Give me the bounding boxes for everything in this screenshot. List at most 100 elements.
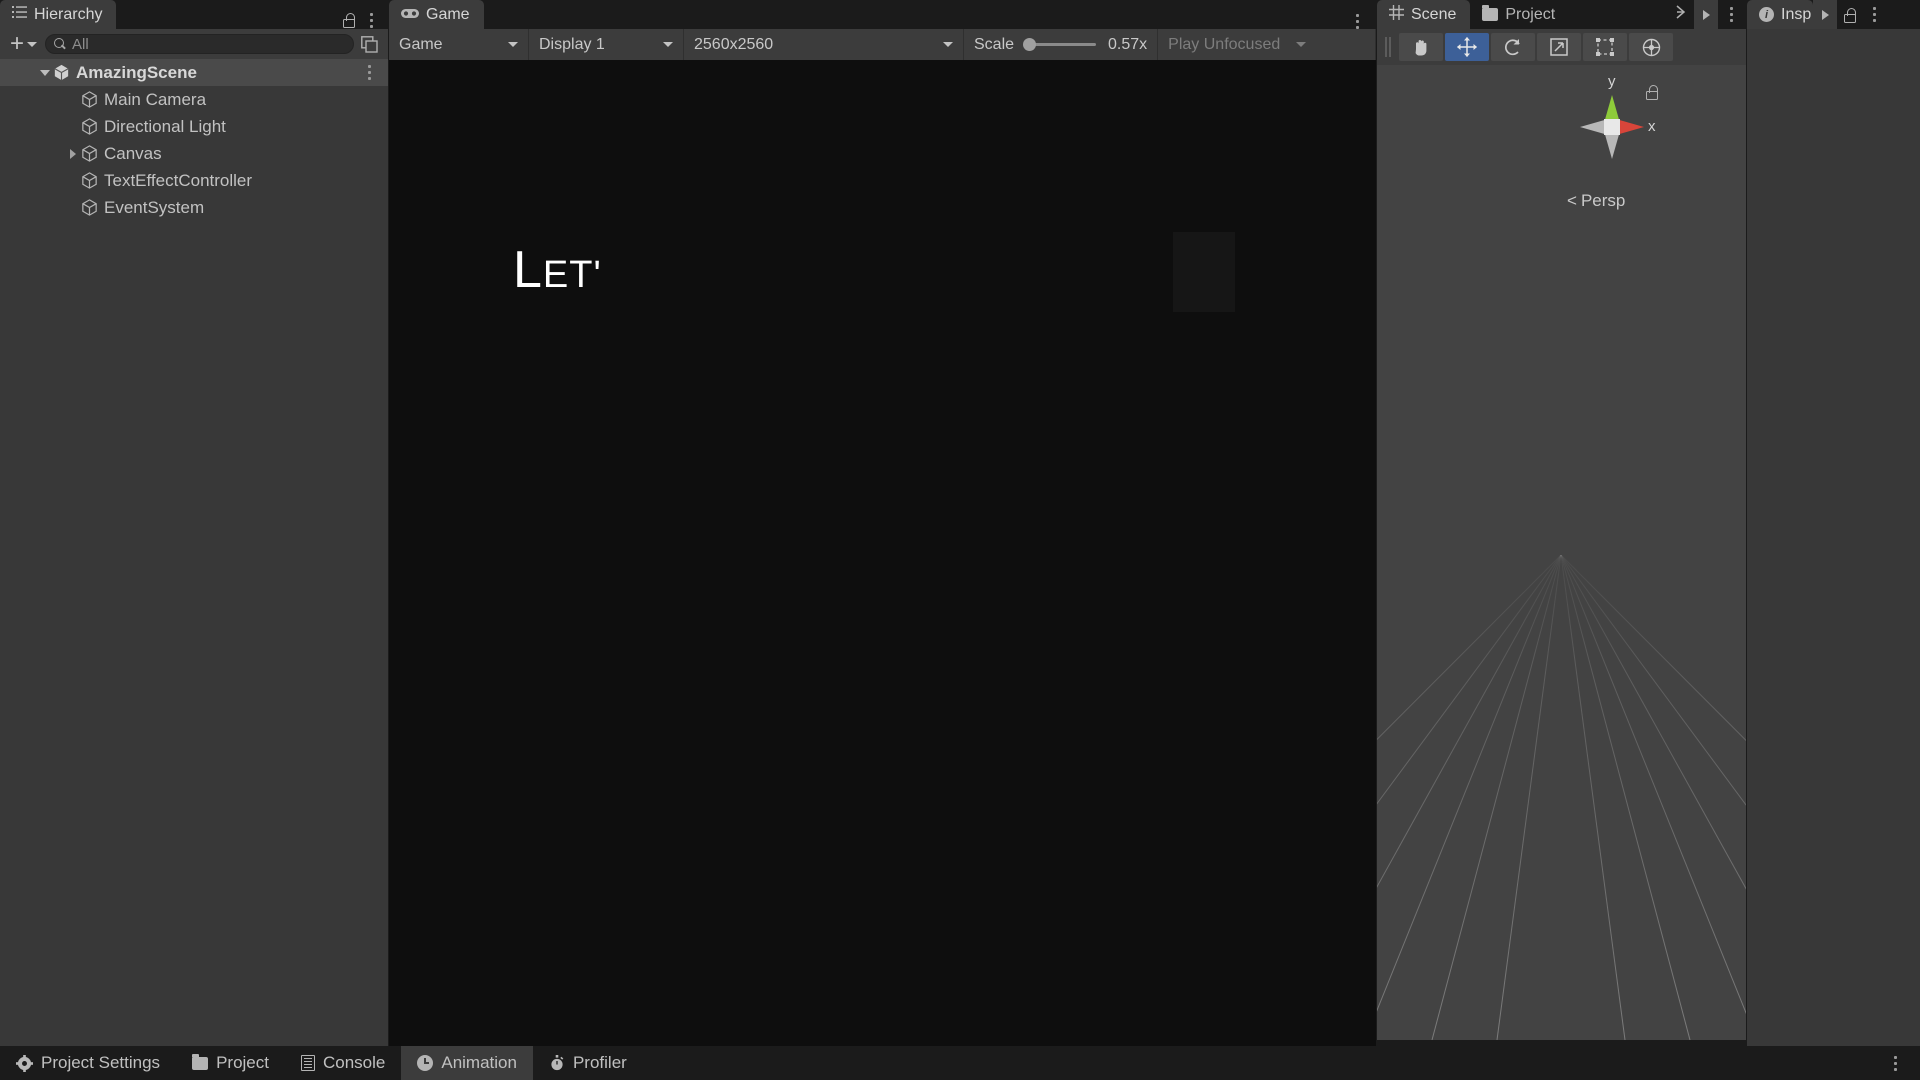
hierarchy-item-label: TextEffectController xyxy=(104,170,253,190)
tab-game[interactable]: Game xyxy=(389,0,484,29)
console-icon xyxy=(300,1055,315,1071)
bottom-taskbar: Project Settings Project Console Animation P… xyxy=(0,1046,1920,1080)
scene-view-viewport[interactable]: y x < Persp xyxy=(1377,65,1746,1040)
scale-tool-button[interactable] xyxy=(1537,33,1581,61)
unity-editor-window: Hierarchy + All AmazingScene Main Camera D… xyxy=(0,0,1920,1080)
hierarchy-panel: Hierarchy + All AmazingScene Main Camera D… xyxy=(0,0,388,1046)
tab-inspector[interactable]: i Insp xyxy=(1747,0,1814,29)
hierarchy-item-texteffectcontroller[interactable]: TextEffectController xyxy=(0,167,388,194)
scene-panel: Scene Project y x < Persp xyxy=(1377,0,1746,1040)
game-display-dropdown[interactable]: Display 1 xyxy=(529,29,684,60)
game-view-mode-label: Game xyxy=(399,35,443,53)
taskbar-item-project-settings[interactable]: Project Settings xyxy=(0,1046,176,1080)
hierarchy-tree[interactable]: AmazingScene Main Camera Directional Light… xyxy=(0,59,388,1046)
hierarchy-item-canvas[interactable]: Canvas xyxy=(0,140,388,167)
game-canvas-placeholder-rect xyxy=(1173,232,1235,312)
scene-toolbar xyxy=(1377,29,1746,65)
inspector-lock-open-icon[interactable] xyxy=(1841,6,1859,24)
gameobject-cube-icon xyxy=(80,144,99,163)
taskbar-item-profiler[interactable]: Profiler xyxy=(533,1046,643,1080)
scene-view-gizmo[interactable]: y x xyxy=(1572,73,1656,167)
hierarchy-item-label: AmazingScene xyxy=(76,62,197,82)
tab-hierarchy-label: Hierarchy xyxy=(34,5,103,23)
hierarchy-item-label: EventSystem xyxy=(104,197,205,217)
inspector-play-arrow-icon[interactable] xyxy=(1813,0,1838,29)
scene-projection-toggle[interactable]: < Persp xyxy=(1567,191,1625,211)
pivot-icon[interactable] xyxy=(1670,5,1692,24)
game-resolution-dropdown[interactable]: 2560x2560 xyxy=(684,29,964,60)
tab-scene-label: Scene xyxy=(1411,5,1457,23)
hierarchy-item-directional-light[interactable]: Directional Light xyxy=(0,113,388,140)
scene-kebab-menu-icon[interactable] xyxy=(1720,7,1742,22)
toolbar-grip-handle[interactable] xyxy=(1385,37,1393,57)
taskbar-item-label: Animation xyxy=(441,1053,517,1072)
game-kebab-menu-icon[interactable] xyxy=(1346,14,1368,29)
scene-lock-open-icon[interactable] xyxy=(1643,83,1661,101)
search-input[interactable]: All xyxy=(45,34,354,54)
tab-scene[interactable]: Scene xyxy=(1377,0,1471,29)
play-arrow-icon[interactable] xyxy=(1694,0,1718,29)
taskbar-item-project[interactable]: Project xyxy=(176,1046,285,1080)
hand-tool-button[interactable] xyxy=(1399,33,1443,61)
gameobject-cube-icon xyxy=(80,117,99,136)
game-resolution-label: 2560x2560 xyxy=(694,35,774,53)
game-rendered-text: LET' xyxy=(513,240,602,300)
item-kebab-menu-icon[interactable] xyxy=(358,65,380,80)
hierarchy-item-label: Canvas xyxy=(104,143,162,163)
open-in-new-icon[interactable] xyxy=(358,33,380,55)
folder-icon xyxy=(192,1053,209,1070)
scale-slider-track[interactable] xyxy=(1023,38,1097,51)
game-scale-label: Scale xyxy=(974,35,1015,53)
expand-arrow-icon[interactable] xyxy=(66,148,80,159)
folder-icon xyxy=(1482,5,1499,21)
inspector-tabbar: i Insp xyxy=(1747,0,1920,29)
taskbar-item-label: Project xyxy=(216,1053,269,1072)
taskbar-item-animation[interactable]: Animation xyxy=(401,1046,533,1080)
game-text-remainder: ET' xyxy=(542,254,602,296)
unity-scene-icon xyxy=(52,63,71,82)
hierarchy-item-main-camera[interactable]: Main Camera xyxy=(0,86,388,113)
lock-open-icon[interactable] xyxy=(340,11,358,29)
game-toolbar: Game Display 1 2560x2560 Scale 0.57x Pla… xyxy=(389,29,1376,60)
tab-hierarchy[interactable]: Hierarchy xyxy=(0,0,117,29)
hierarchy-item-label: Main Camera xyxy=(104,89,207,109)
stopwatch-icon xyxy=(549,1055,565,1071)
rotate-tool-button[interactable] xyxy=(1491,33,1535,61)
chevron-down-icon xyxy=(27,41,38,47)
taskbar-kebab-menu-icon[interactable] xyxy=(1884,1055,1906,1071)
game-tabbar: Game xyxy=(389,0,1376,29)
game-play-mode-label: Play Unfocused xyxy=(1168,35,1281,53)
taskbar-item-label: Profiler xyxy=(572,1053,627,1072)
chevron-down-icon xyxy=(1296,42,1307,47)
hierarchy-item-eventsystem[interactable]: EventSystem xyxy=(0,194,388,221)
add-gameobject-button[interactable]: + xyxy=(6,32,41,56)
tab-project-label: Project xyxy=(1505,5,1556,23)
game-view-mode-dropdown[interactable]: Game xyxy=(389,29,529,60)
game-play-mode-dropdown[interactable]: Play Unfocused xyxy=(1158,29,1376,60)
inspector-panel: i Insp xyxy=(1747,0,1920,1046)
hierarchy-header-actions xyxy=(340,11,388,29)
game-scale-value: 0.57x xyxy=(1108,35,1148,53)
scene-sky xyxy=(1377,65,1746,555)
inspector-kebab-menu-icon[interactable] xyxy=(1863,7,1885,22)
tab-project[interactable]: Project xyxy=(1470,0,1569,29)
chevron-down-icon xyxy=(943,42,953,47)
gameobject-cube-icon xyxy=(80,171,99,190)
tab-inspector-label: Insp xyxy=(1781,5,1812,23)
hierarchy-toolbar: + All xyxy=(0,29,388,59)
hierarchy-item-label: Directional Light xyxy=(104,116,226,136)
collapse-arrow-icon[interactable] xyxy=(38,69,52,76)
move-tool-button[interactable] xyxy=(1445,33,1489,61)
hierarchy-kebab-menu-icon[interactable] xyxy=(360,12,382,28)
game-text-first-letter: L xyxy=(513,241,543,299)
game-view-canvas[interactable]: LET' xyxy=(389,60,1376,1046)
scale-slider-knob[interactable] xyxy=(1023,38,1037,51)
taskbar-item-console[interactable]: Console xyxy=(285,1046,401,1080)
hierarchy-item-amazingscene[interactable]: AmazingScene xyxy=(0,59,388,86)
chevron-down-icon xyxy=(663,42,673,47)
search-placeholder: All xyxy=(72,35,89,53)
transform-tool-button[interactable] xyxy=(1629,33,1673,61)
rect-tool-button[interactable] xyxy=(1583,33,1627,61)
game-scale-slider[interactable]: Scale 0.57x xyxy=(964,29,1159,60)
gameobject-cube-icon xyxy=(80,198,99,217)
